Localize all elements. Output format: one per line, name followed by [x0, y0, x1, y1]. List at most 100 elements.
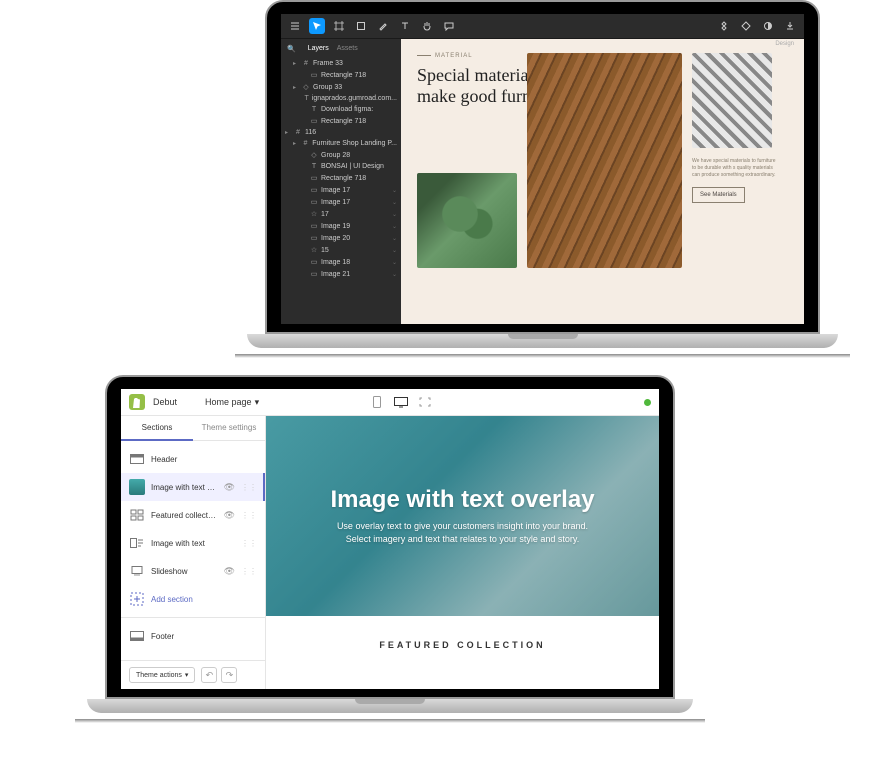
plant-image[interactable]: [417, 173, 517, 268]
chevron-icon: ▸: [293, 140, 299, 147]
visibility-icon[interactable]: ⌄: [392, 235, 397, 242]
layer-item[interactable]: ▭Image 20⌄: [281, 232, 401, 244]
visibility-icon[interactable]: 👁: [224, 566, 235, 577]
visibility-icon[interactable]: ⌄: [392, 199, 397, 206]
layer-item[interactable]: ▭Image 17⌄: [281, 184, 401, 196]
hero-section[interactable]: Image with text overlay Use overlay text…: [266, 416, 659, 616]
page-selector[interactable]: Home page ▾: [205, 397, 259, 408]
status-indicator: [644, 399, 651, 406]
drag-handle-icon[interactable]: ⋮⋮: [241, 567, 257, 576]
theme-actions-button[interactable]: Theme actions ▾: [129, 667, 195, 683]
sidebar-tabs: Sections Theme settings: [121, 416, 265, 441]
layer-label: 17: [321, 211, 329, 218]
featured-section[interactable]: FEATURED COLLECTION: [266, 616, 659, 658]
layer-item[interactable]: ▸◇Group 33: [281, 81, 401, 93]
visibility-icon[interactable]: ⌄: [392, 187, 397, 194]
page-selector-label: Home page: [205, 397, 252, 407]
figma-canvas[interactable]: Design MATERIAL Special materials to mak…: [401, 39, 804, 324]
layer-item[interactable]: TDownload figma:: [281, 104, 401, 115]
canvas-content: MATERIAL Special materials to make good …: [417, 53, 788, 106]
menu-icon[interactable]: [287, 18, 303, 34]
layer-item[interactable]: ▭Image 18⌄: [281, 256, 401, 268]
layer-item[interactable]: ▭Image 21⌄: [281, 268, 401, 280]
layer-item[interactable]: ▭Image 19⌄: [281, 220, 401, 232]
chevron-icon: ▸: [293, 60, 299, 67]
layer-item[interactable]: ▭Rectangle 718: [281, 69, 401, 81]
export-icon[interactable]: [782, 18, 798, 34]
drag-handle-icon[interactable]: ⋮⋮: [241, 483, 257, 492]
section-label: Image with text ov...: [151, 483, 218, 492]
move-tool-icon[interactable]: [309, 18, 325, 34]
fullscreen-view-icon[interactable]: [417, 395, 433, 409]
layer-item[interactable]: ▸#Furniture Shop Landing P...: [281, 138, 401, 149]
section-label: Add section: [151, 595, 257, 604]
contrast-icon[interactable]: [760, 18, 776, 34]
redo-button[interactable]: ↷: [221, 667, 237, 683]
comment-tool-icon[interactable]: [441, 18, 457, 34]
chevron-down-icon: ▾: [255, 397, 260, 408]
layer-item[interactable]: ◇Group 28: [281, 149, 401, 161]
visibility-icon[interactable]: ⌄: [392, 211, 397, 218]
tab-assets[interactable]: Assets: [337, 45, 358, 52]
layer-item[interactable]: ▸#116: [281, 127, 401, 138]
layer-label: Download figma:: [321, 106, 373, 113]
wood-image[interactable]: [527, 53, 682, 268]
layer-item[interactable]: TBONSAI | UI Design: [281, 161, 401, 172]
layer-type-icon: ☆: [310, 210, 318, 218]
visibility-icon[interactable]: ⌄: [392, 271, 397, 278]
section-header[interactable]: Header: [121, 445, 265, 473]
theme-preview: Image with text overlay Use overlay text…: [266, 416, 659, 689]
pen-tool-icon[interactable]: [375, 18, 391, 34]
text-tool-icon[interactable]: [397, 18, 413, 34]
shape-tool-icon[interactable]: [353, 18, 369, 34]
layer-item[interactable]: ▭Image 17⌄: [281, 196, 401, 208]
tab-layers[interactable]: Layers: [308, 45, 329, 52]
layer-label: Frame 33: [313, 60, 343, 67]
shopify-logo-icon[interactable]: [129, 394, 145, 410]
hand-tool-icon[interactable]: [419, 18, 435, 34]
section-footer[interactable]: Footer: [121, 622, 265, 650]
component-icon[interactable]: [716, 18, 732, 34]
drag-handle-icon[interactable]: ⋮⋮: [241, 539, 257, 548]
sidebar-footer: Theme actions ▾ ↶ ↷: [121, 660, 265, 689]
search-icon[interactable]: 🔍: [287, 45, 296, 53]
tab-design[interactable]: Design: [775, 41, 794, 47]
visibility-icon[interactable]: 👁: [224, 482, 235, 493]
section-slideshow[interactable]: Slideshow👁⋮⋮: [121, 557, 265, 585]
laptop-bezel: 🔍 Layers Assets ▸#Frame 33▭Rectangle 718…: [265, 0, 820, 334]
layer-item[interactable]: ☆15⌄: [281, 244, 401, 256]
section-imgtext[interactable]: Image with text⋮⋮: [121, 529, 265, 557]
shopify-laptop: Debut Home page ▾ Section: [105, 375, 675, 723]
visibility-icon[interactable]: ⌄: [392, 259, 397, 266]
layer-type-icon: ▭: [310, 198, 318, 206]
sections-list: HeaderImage with text ov...👁⋮⋮Featured c…: [121, 441, 265, 660]
visibility-icon[interactable]: ⌄: [392, 247, 397, 254]
frame-tool-icon[interactable]: [331, 18, 347, 34]
layer-item[interactable]: ☆17 ⌄: [281, 208, 401, 220]
tab-sections[interactable]: Sections: [121, 416, 193, 441]
layer-label: Image 18: [321, 259, 350, 266]
layer-item[interactable]: ▭Rectangle 718: [281, 172, 401, 184]
section-thumb[interactable]: Image with text ov... 👁 ⋮⋮: [121, 473, 265, 501]
layer-label: Image 17: [321, 187, 350, 194]
section-add[interactable]: Add section: [121, 585, 265, 613]
mobile-view-icon[interactable]: [369, 395, 385, 409]
drag-handle-icon[interactable]: ⋮⋮: [241, 511, 257, 520]
undo-button[interactable]: ↶: [201, 667, 217, 683]
see-materials-button[interactable]: See Materials: [692, 187, 745, 203]
visibility-icon[interactable]: 👁: [224, 510, 235, 521]
tab-theme-settings[interactable]: Theme settings: [193, 416, 265, 441]
layer-item[interactable]: Tignaprados.gumroad.com...: [281, 93, 401, 104]
architecture-image[interactable]: [692, 53, 772, 148]
visibility-icon[interactable]: ⌄: [392, 223, 397, 230]
layer-item[interactable]: ▸#Frame 33: [281, 58, 401, 69]
section-label: Header: [151, 455, 257, 464]
section-collection[interactable]: Featured collection👁⋮⋮: [121, 501, 265, 529]
layer-item[interactable]: ▭Rectangle 718: [281, 115, 401, 127]
shopify-screen: Debut Home page ▾ Section: [121, 389, 659, 689]
mask-icon[interactable]: [738, 18, 754, 34]
collection-icon: [129, 507, 145, 523]
layer-label: Rectangle 718: [321, 175, 366, 182]
desktop-view-icon[interactable]: [393, 395, 409, 409]
layer-type-icon: ▭: [310, 117, 318, 125]
